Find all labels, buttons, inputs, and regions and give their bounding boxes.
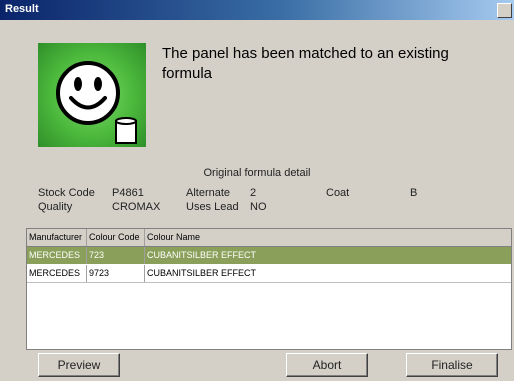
coat-label: Coat bbox=[326, 187, 350, 199]
cell-colour-code: 723 bbox=[87, 247, 145, 264]
section-title: Original formula detail bbox=[203, 167, 311, 179]
table-header: Manufacturer Colour Code Colour Name bbox=[27, 229, 511, 247]
formula-table[interactable]: Manufacturer Colour Code Colour Name MER… bbox=[26, 228, 512, 350]
coat-value: B bbox=[410, 187, 418, 199]
title-bar[interactable]: Result bbox=[0, 0, 514, 20]
uses-lead-value: NO bbox=[250, 201, 267, 213]
match-message: The panel has been matched to an existin… bbox=[162, 45, 449, 82]
cell-colour-name: CUBANITSILBER EFFECT bbox=[147, 268, 257, 278]
quality-value: CROMAX bbox=[112, 201, 161, 213]
quality-label: Quality bbox=[38, 201, 73, 213]
cell-manufacturer: MERCEDES bbox=[27, 247, 87, 264]
abort-button[interactable]: Abort bbox=[286, 353, 368, 377]
alternate-value: 2 bbox=[250, 187, 257, 199]
close-icon[interactable] bbox=[497, 3, 512, 18]
smiley-graphic bbox=[56, 61, 137, 144]
preview-button[interactable]: Preview bbox=[38, 353, 120, 377]
cell-colour-code: 9723 bbox=[87, 265, 145, 282]
finalise-button[interactable]: Finalise bbox=[406, 353, 498, 377]
table-row[interactable]: MERCEDES 723 CUBANITSILBER EFFECT bbox=[27, 247, 511, 264]
header-colour-code[interactable]: Colour Code bbox=[87, 229, 145, 246]
smiley-paint-can-icon bbox=[38, 43, 146, 147]
uses-lead-label: Uses Lead bbox=[186, 201, 239, 213]
alternate-label: Alternate bbox=[186, 187, 231, 199]
table-row[interactable]: MERCEDES 9723 CUBANITSILBER EFFECT bbox=[27, 265, 511, 283]
header-manufacturer[interactable]: Manufacturer bbox=[27, 229, 87, 246]
cell-manufacturer: MERCEDES bbox=[27, 265, 87, 282]
stock-code-value: P4861 bbox=[112, 187, 144, 199]
stock-code-label: Stock Code bbox=[38, 187, 95, 199]
result-dialog: Result The panel has been matched to an … bbox=[0, 0, 514, 381]
cell-colour-name: CUBANITSILBER EFFECT bbox=[147, 250, 257, 260]
window-title: Result bbox=[5, 3, 39, 15]
header-colour-name[interactable]: Colour Name bbox=[145, 229, 511, 246]
